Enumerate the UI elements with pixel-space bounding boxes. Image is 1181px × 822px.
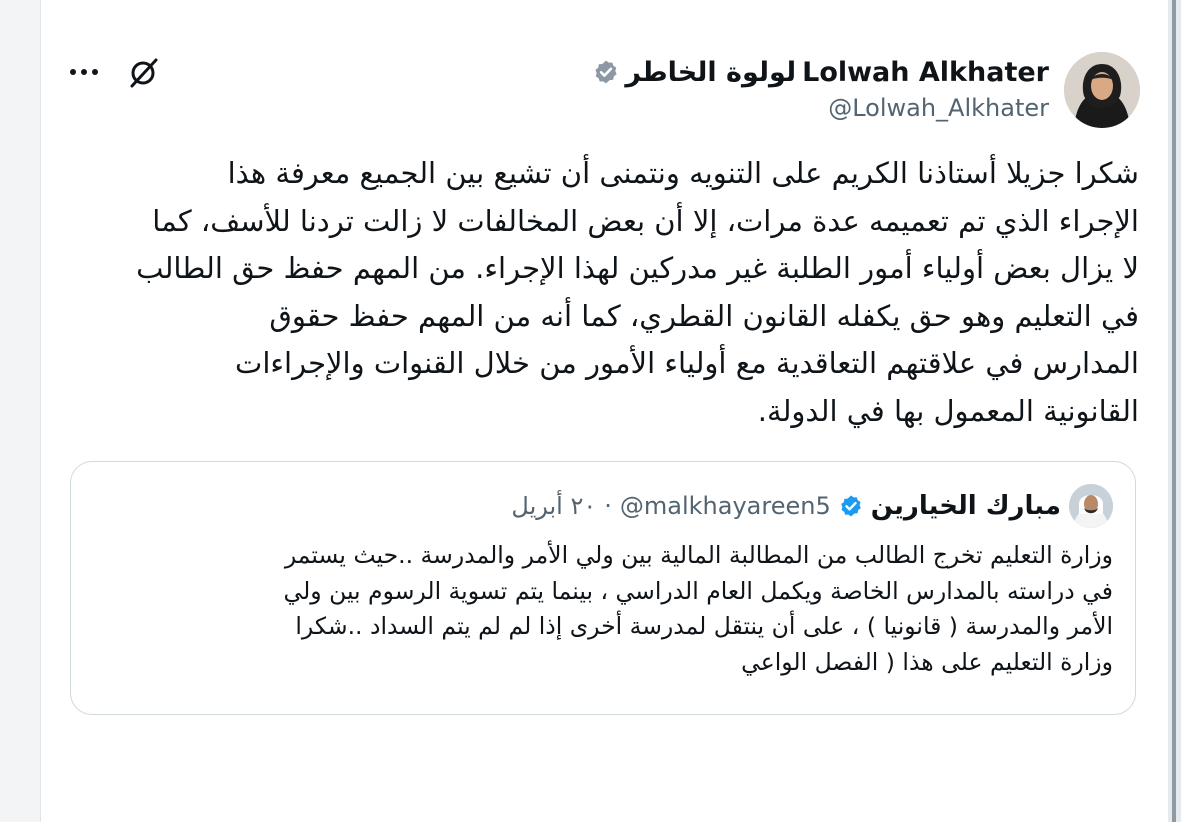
- author-avatar[interactable]: [1064, 52, 1140, 128]
- quoted-avatar-image: [1069, 484, 1113, 528]
- tweet-text: شكرا جزيلا أستاذنا الكريم على التنويه ون…: [59, 150, 1139, 435]
- tweet-text-line: القانونية المعمول بها في الدولة.: [757, 393, 1139, 428]
- author-name-row[interactable]: لولوة الخاطر Lolwah Alkhater: [593, 52, 1049, 92]
- tweet-text-line: لا يزال بعض أولياء أمور الطلبة غير مدركي…: [136, 251, 1139, 285]
- quoted-tweet-date[interactable]: ٢٠ أبريل: [511, 492, 596, 520]
- separator-dot: ·: [604, 492, 612, 520]
- quoted-author-name[interactable]: مبارك الخيارين: [871, 491, 1061, 521]
- quoted-tweet-header: مبارك الخيارين @malkhayareen5 · ٢٠ أبريل: [511, 486, 1061, 526]
- author-name-arabic: لولوة الخاطر: [625, 56, 797, 88]
- verified-badge-icon: [840, 495, 861, 517]
- quoted-text-line: الأمر والمدرسة ( قانونيا ) ، على أن ينتق…: [295, 612, 1113, 640]
- quoted-text-line: وزارة التعليم على هذا ( الفصل الواعي: [741, 647, 1113, 676]
- quoted-tweet[interactable]: مبارك الخيارين @malkhayareen5 · ٢٠ أبريل…: [70, 461, 1136, 715]
- author-name-english: Lolwah Alkhater: [802, 56, 1049, 88]
- quoted-author-handle[interactable]: @malkhayareen5: [620, 492, 831, 520]
- quoted-text-line: وزارة التعليم تخرج الطالب من المطالبة ال…: [284, 541, 1113, 569]
- tweet-text-line: الإجراء الذي تم تعميمه عدة مرات، إلا أن …: [152, 203, 1139, 238]
- tweet-text-line: المدارس في علاقتهم التعاقدية مع أولياء ا…: [235, 346, 1139, 380]
- header-actions: [70, 54, 162, 90]
- tweet-text-line: شكرا جزيلا أستاذنا الكريم على التنويه ون…: [227, 156, 1139, 190]
- left-gutter: [0, 0, 40, 822]
- author-avatar-image: [1064, 52, 1140, 128]
- more-options-icon[interactable]: [70, 69, 98, 75]
- tweet-text-line: في التعليم وهو حق يكفله القانون القطري، …: [269, 298, 1139, 333]
- scrollbar-track[interactable]: [1172, 0, 1176, 822]
- quoted-author-avatar[interactable]: [1069, 484, 1113, 528]
- quoted-text-line: في دراسته بالمدارس الخاصة ويكمل العام ال…: [283, 576, 1114, 605]
- verified-badge-icon: [595, 60, 618, 84]
- scrollbar[interactable]: [1168, 0, 1181, 822]
- unlink-icon[interactable]: [126, 54, 162, 90]
- quoted-tweet-text: وزارة التعليم تخرج الطالب من المطالبة ال…: [93, 538, 1114, 680]
- author-handle[interactable]: @Lolwah_Alkhater: [828, 94, 1049, 122]
